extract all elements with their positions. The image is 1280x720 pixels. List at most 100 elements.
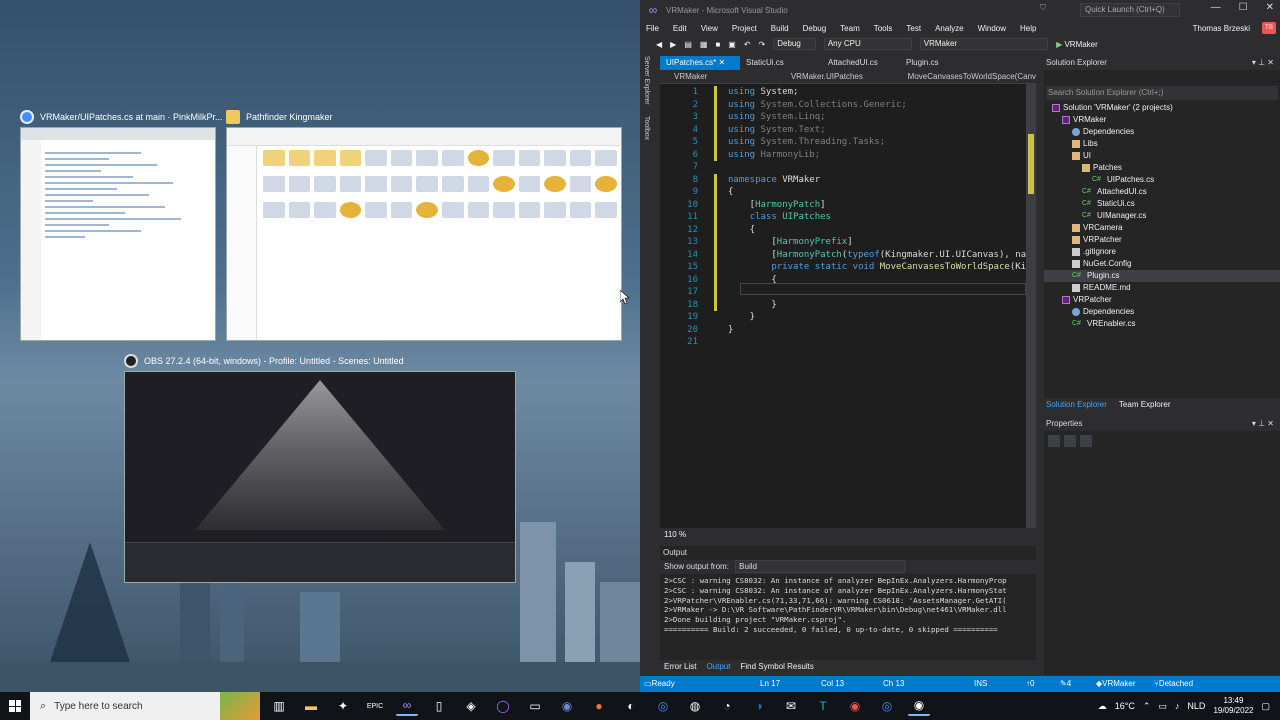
obs-window-thumbnail[interactable] bbox=[124, 371, 516, 583]
menu-view[interactable]: View bbox=[701, 24, 718, 33]
taskbar-search[interactable]: ⌕ Type here to search bbox=[30, 692, 260, 720]
code-line[interactable]: 14 [HarmonyPatch(typeof(Kingmaker.UI.UIC… bbox=[660, 248, 1026, 261]
teams-icon[interactable]: T bbox=[812, 696, 834, 716]
code-line[interactable]: 10 [HarmonyPatch] bbox=[660, 198, 1026, 211]
start-debugging-button[interactable]: ▶ VRMaker bbox=[1056, 40, 1098, 49]
menu-build[interactable]: Build bbox=[771, 24, 789, 33]
user-name[interactable]: Thomas Brzeski bbox=[1193, 24, 1250, 33]
alphabetical-icon[interactable] bbox=[1064, 435, 1076, 447]
task-view-icon[interactable]: ▥ bbox=[268, 696, 290, 716]
output-source-dropdown[interactable]: Build bbox=[735, 560, 906, 573]
blender-icon[interactable]: ◔ bbox=[716, 696, 738, 716]
pin-icon[interactable]: ▾ ⊥ ✕ bbox=[1252, 56, 1274, 70]
tab-plugin[interactable]: Plugin.cs bbox=[888, 56, 962, 70]
chrome-alt-icon[interactable]: ◎ bbox=[876, 696, 898, 716]
tab-staticui[interactable]: StaticUi.cs bbox=[740, 56, 814, 70]
status-branch[interactable]: ⑂ Detached at 9c5f4230 bbox=[1154, 676, 1193, 720]
mail-icon[interactable]: ✉ bbox=[780, 696, 802, 716]
solution-search-input[interactable]: Search Solution Explorer (Ctrl+;) bbox=[1046, 86, 1278, 100]
toolbox-tab[interactable]: Toolbox bbox=[643, 116, 650, 140]
window-title-browser[interactable]: VRMaker/UIPatches.cs at main · PinkMilkP… bbox=[20, 107, 223, 127]
solution-node[interactable]: UI bbox=[1044, 150, 1280, 162]
code-line[interactable]: 11 class UIPatches bbox=[660, 211, 1026, 224]
solution-node[interactable]: VRPatcher bbox=[1044, 294, 1280, 306]
menu-analyze[interactable]: Analyze bbox=[935, 24, 963, 33]
code-line[interactable]: 8 namespace VRMaker bbox=[660, 173, 1026, 186]
network-icon[interactable]: ▭ bbox=[1158, 701, 1167, 712]
code-line[interactable]: 5 using System.Threading.Tasks; bbox=[660, 136, 1026, 149]
code-line[interactable]: 12 { bbox=[660, 223, 1026, 236]
weather-temp[interactable]: 16°C bbox=[1115, 701, 1135, 711]
forward-icon[interactable]: ▶ bbox=[670, 40, 676, 49]
pin-icon[interactable]: ▾ ⊥ ✕ bbox=[1252, 417, 1274, 431]
code-line[interactable]: 20} bbox=[660, 324, 1026, 337]
window-title-explorer[interactable]: Pathfinder Kingmaker bbox=[226, 107, 333, 127]
menu-window[interactable]: Window bbox=[978, 24, 1006, 33]
user-avatar[interactable]: TB bbox=[1262, 22, 1276, 34]
status-changes[interactable]: ✎ 4 bbox=[1060, 676, 1071, 692]
tab-error-list[interactable]: Error List bbox=[664, 660, 696, 674]
menu-project[interactable]: Project bbox=[732, 24, 757, 33]
window-app-icon[interactable]: ▭ bbox=[524, 696, 546, 716]
categorized-icon[interactable] bbox=[1048, 435, 1060, 447]
github-icon[interactable]: ◍ bbox=[684, 696, 706, 716]
browser-window-thumbnail[interactable] bbox=[20, 127, 216, 341]
code-line[interactable]: 19 } bbox=[660, 311, 1026, 324]
quick-launch-input[interactable]: Quick Launch (Ctrl+Q) bbox=[1080, 3, 1180, 17]
weather-icon[interactable]: ☁ bbox=[1098, 701, 1107, 712]
tab-solution-explorer[interactable]: Solution Explorer bbox=[1046, 398, 1107, 412]
code-line[interactable]: 17 bbox=[660, 286, 1026, 299]
solution-node[interactable]: Solution 'VRMaker' (2 projects) bbox=[1044, 102, 1280, 114]
shield-app-icon[interactable]: ✦ bbox=[332, 696, 354, 716]
solution-node[interactable]: C# AttachedUI.cs bbox=[1044, 186, 1280, 198]
file-explorer-thumbnail[interactable] bbox=[226, 127, 622, 341]
code-line[interactable]: 13 [HarmonyPrefix] bbox=[660, 236, 1026, 249]
code-editor[interactable]: 1 using System; 2 using System.Collections.… bbox=[660, 84, 1026, 528]
twitch-icon[interactable]: ◯ bbox=[492, 696, 514, 716]
volume-icon[interactable]: ♪ bbox=[1175, 701, 1180, 711]
file-explorer-icon[interactable]: ▬ bbox=[300, 696, 322, 716]
notifications-icon[interactable]: ▢ bbox=[1261, 701, 1270, 712]
solution-node[interactable]: NuGet.Config bbox=[1044, 258, 1280, 270]
tab-find-symbol-results[interactable]: Find Symbol Results bbox=[740, 660, 813, 674]
code-line[interactable]: 21 bbox=[660, 336, 1026, 349]
solution-node[interactable]: VRCamera bbox=[1044, 222, 1280, 234]
configuration-dropdown[interactable]: Debug bbox=[773, 38, 816, 50]
tab-uipatches[interactable]: UIPatches.cs* ✕ bbox=[660, 56, 740, 70]
menu-help[interactable]: Help bbox=[1020, 24, 1036, 33]
menu-edit[interactable]: Edit bbox=[673, 24, 687, 33]
nav-project-dropdown[interactable]: VRMaker bbox=[660, 72, 773, 81]
menu-file[interactable]: File bbox=[646, 24, 659, 33]
code-line[interactable]: 9{ bbox=[660, 186, 1026, 199]
epic-games-icon[interactable]: EPIC bbox=[364, 696, 386, 716]
menu-tools[interactable]: Tools bbox=[874, 24, 893, 33]
solution-node[interactable]: Dependencies bbox=[1044, 126, 1280, 138]
window-title-obs[interactable]: OBS 27.2.4 (64-bit, windows) - Profile: … bbox=[124, 351, 404, 371]
code-line[interactable]: 18 } bbox=[660, 298, 1026, 311]
solution-node[interactable]: C# Plugin.cs bbox=[1044, 270, 1280, 282]
document-icon[interactable]: ▯ bbox=[428, 696, 450, 716]
output-log[interactable]: 2>CSC : warning CS8032: An instance of a… bbox=[660, 574, 1036, 644]
wrench-icon[interactable] bbox=[1080, 435, 1092, 447]
startup-project-dropdown[interactable]: VRMaker bbox=[919, 38, 1049, 50]
code-line[interactable]: 2 using System.Collections.Generic; bbox=[660, 98, 1026, 111]
redo-icon[interactable]: ↷ bbox=[759, 40, 766, 49]
tab-team-explorer[interactable]: Team Explorer bbox=[1119, 398, 1171, 412]
start-button[interactable] bbox=[0, 692, 30, 720]
firefox-icon[interactable]: ● bbox=[588, 696, 610, 716]
nav-member-dropdown[interactable]: MoveCanvasesToWorldSpace(Canv bbox=[894, 72, 1036, 81]
status-unpushed[interactable]: ↑ 0 bbox=[1026, 676, 1034, 692]
menu-team[interactable]: Team bbox=[840, 24, 860, 33]
platform-dropdown[interactable]: Any CPU bbox=[823, 38, 912, 50]
close-button[interactable]: ✕ bbox=[1266, 2, 1274, 13]
undo-icon[interactable]: ↶ bbox=[744, 40, 751, 49]
code-line[interactable]: 15 private static void MoveCanvasesToWor… bbox=[660, 261, 1026, 274]
solution-node[interactable]: C# StaticUi.cs bbox=[1044, 198, 1280, 210]
menu-debug[interactable]: Debug bbox=[803, 24, 827, 33]
chrome-taskbar-icon[interactable]: ◎ bbox=[652, 696, 674, 716]
zoom-level[interactable]: 110 % bbox=[660, 528, 1036, 542]
filter-icon[interactable]: ⛉ bbox=[1040, 3, 1046, 13]
steam-icon[interactable]: ◐ bbox=[620, 696, 642, 716]
discord-icon[interactable]: ◉ bbox=[556, 696, 578, 716]
obs-taskbar-icon[interactable]: ◉ bbox=[908, 696, 930, 716]
